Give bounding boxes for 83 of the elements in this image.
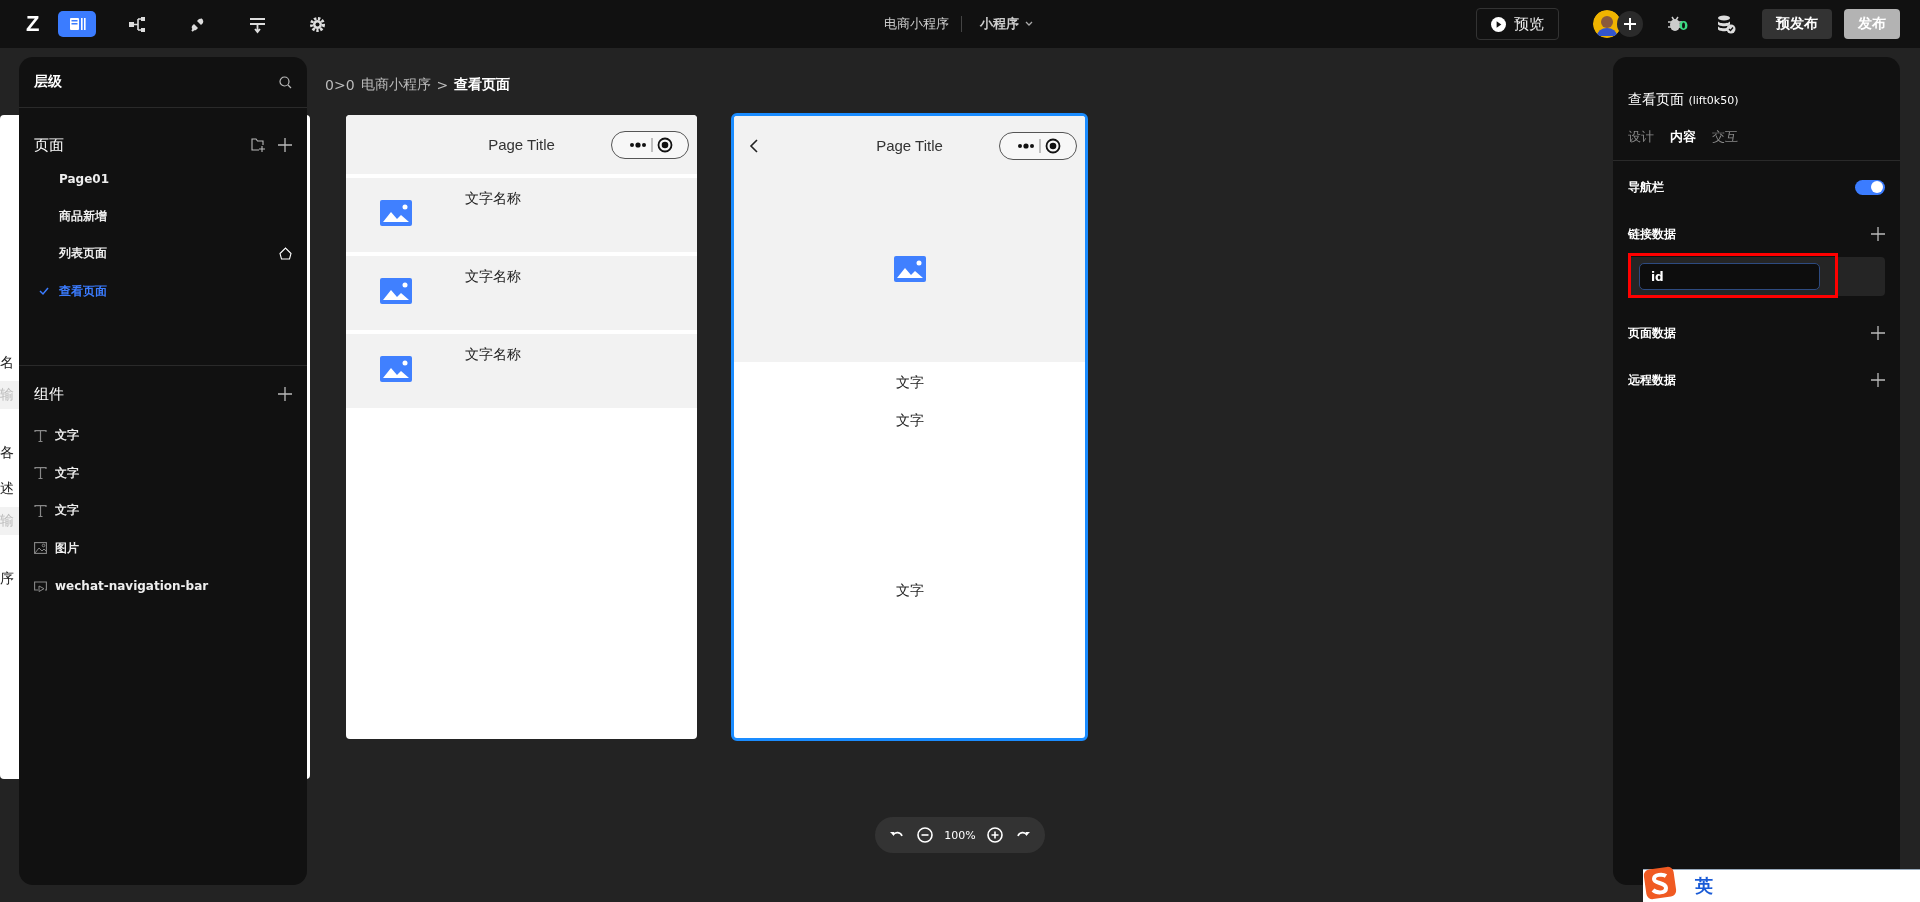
search-icon[interactable] xyxy=(279,75,292,89)
setting-label: 导航栏 xyxy=(1628,178,1664,196)
input-field[interactable]: id xyxy=(1639,263,1820,290)
prepublish-button[interactable]: 预发布 xyxy=(1762,9,1832,39)
phone-page[interactable]: Page Title 文字名称 文字名称 文字名称 xyxy=(346,115,697,739)
component-item[interactable]: 文字 xyxy=(19,417,307,455)
panel-title: 层级 xyxy=(34,73,62,91)
tab[interactable]: 内容 xyxy=(1670,127,1696,147)
breadcrumb-current: 查看页面 xyxy=(454,76,511,94)
zoom-out-icon[interactable] xyxy=(916,827,933,843)
field-label: 名 xyxy=(0,354,14,372)
tab[interactable]: 交互 xyxy=(1712,127,1738,147)
component-item[interactable]: wechat-navigation-bar xyxy=(19,567,307,605)
home-icon[interactable] xyxy=(279,247,292,261)
zoom-level: 100% xyxy=(944,828,976,842)
ime-mode[interactable]: 英 xyxy=(1695,874,1713,898)
plus-icon[interactable] xyxy=(1871,326,1885,340)
project-type-dropdown[interactable]: 小程序 xyxy=(974,14,1039,34)
text-icon xyxy=(34,467,47,480)
field-label: 述 xyxy=(0,480,14,498)
phone-page[interactable]: Page Title 文字 文字 文字 xyxy=(731,113,1088,741)
section-title: 远程数据 xyxy=(1628,371,1676,389)
item-title: 文字名称 xyxy=(465,346,521,364)
navbar-icon xyxy=(34,579,47,592)
tab[interactable]: 设计 xyxy=(1628,127,1654,147)
preview-button[interactable]: 预览 xyxy=(1475,8,1559,40)
capsule-button[interactable] xyxy=(611,131,689,159)
text-element: 文字 xyxy=(895,582,924,600)
item-title: 文字名称 xyxy=(465,190,521,208)
plus-icon[interactable] xyxy=(278,387,292,401)
list-item[interactable]: 文字名称 xyxy=(346,178,697,252)
bug-count: 0 xyxy=(1678,18,1688,33)
section-title: 页面 xyxy=(34,135,64,155)
image-icon xyxy=(380,356,412,382)
breadcrumb-root[interactable]: 0>0 xyxy=(325,77,355,93)
image-icon xyxy=(893,255,926,282)
avatar-icon[interactable] xyxy=(1592,10,1621,38)
caret-icon xyxy=(1025,21,1033,27)
breadcrumb-link[interactable]: 电商小程序 xyxy=(360,76,431,94)
back-icon[interactable] xyxy=(748,137,760,154)
text-icon xyxy=(34,504,47,517)
new-folder-icon[interactable] xyxy=(251,138,266,152)
plus-icon[interactable] xyxy=(278,138,292,152)
image-icon xyxy=(34,542,47,555)
page-item[interactable]: Page01 xyxy=(19,160,307,198)
component-item[interactable]: 图片 xyxy=(19,529,307,567)
image-icon xyxy=(380,200,412,226)
play-icon xyxy=(1490,16,1506,32)
list-item[interactable]: 文字名称 xyxy=(346,256,697,330)
component-item[interactable]: 文字 xyxy=(19,454,307,492)
toolbar-button[interactable] xyxy=(58,11,96,37)
breadcrumb-separator: > xyxy=(436,77,449,93)
toggle-switch[interactable] xyxy=(1855,179,1885,195)
list-item[interactable]: 文字名称 xyxy=(346,334,697,408)
ime-logo-icon[interactable] xyxy=(1643,866,1677,900)
image-icon xyxy=(380,278,412,304)
plus-icon[interactable] xyxy=(1871,373,1885,387)
text-element: 文字 xyxy=(895,412,924,430)
logo: Z xyxy=(26,11,41,37)
toggle-knob xyxy=(1871,181,1883,193)
page-title: Page Title xyxy=(488,136,555,153)
capsule-button[interactable] xyxy=(999,132,1077,160)
check-icon xyxy=(39,286,49,297)
zoom-in-icon[interactable] xyxy=(987,827,1004,843)
field-label: 各 xyxy=(0,444,14,462)
database-icon[interactable] xyxy=(1716,14,1736,34)
text-icon xyxy=(34,429,47,442)
panel-title: 查看页面 (lift0k50) xyxy=(1627,90,1740,109)
text-element: 文字 xyxy=(895,374,924,392)
page-item[interactable]: 商品新增 xyxy=(19,197,307,235)
field-label: 序 xyxy=(0,570,14,588)
section-title: 组件 xyxy=(34,384,64,404)
page-item[interactable]: 查看页面 xyxy=(19,272,307,310)
section-title: 链接数据 xyxy=(1628,225,1676,243)
plus-icon[interactable] xyxy=(1871,227,1885,241)
add-member-button[interactable] xyxy=(1616,11,1643,37)
plus-icon xyxy=(1623,18,1636,30)
component-item[interactable]: 文字 xyxy=(19,492,307,530)
page-item[interactable]: 列表页面 xyxy=(19,235,307,273)
item-title: 文字名称 xyxy=(465,268,521,286)
page-title: Page Title xyxy=(876,137,943,154)
section-title: 页面数据 xyxy=(1628,324,1676,342)
project-name: 电商小程序 xyxy=(884,15,949,33)
